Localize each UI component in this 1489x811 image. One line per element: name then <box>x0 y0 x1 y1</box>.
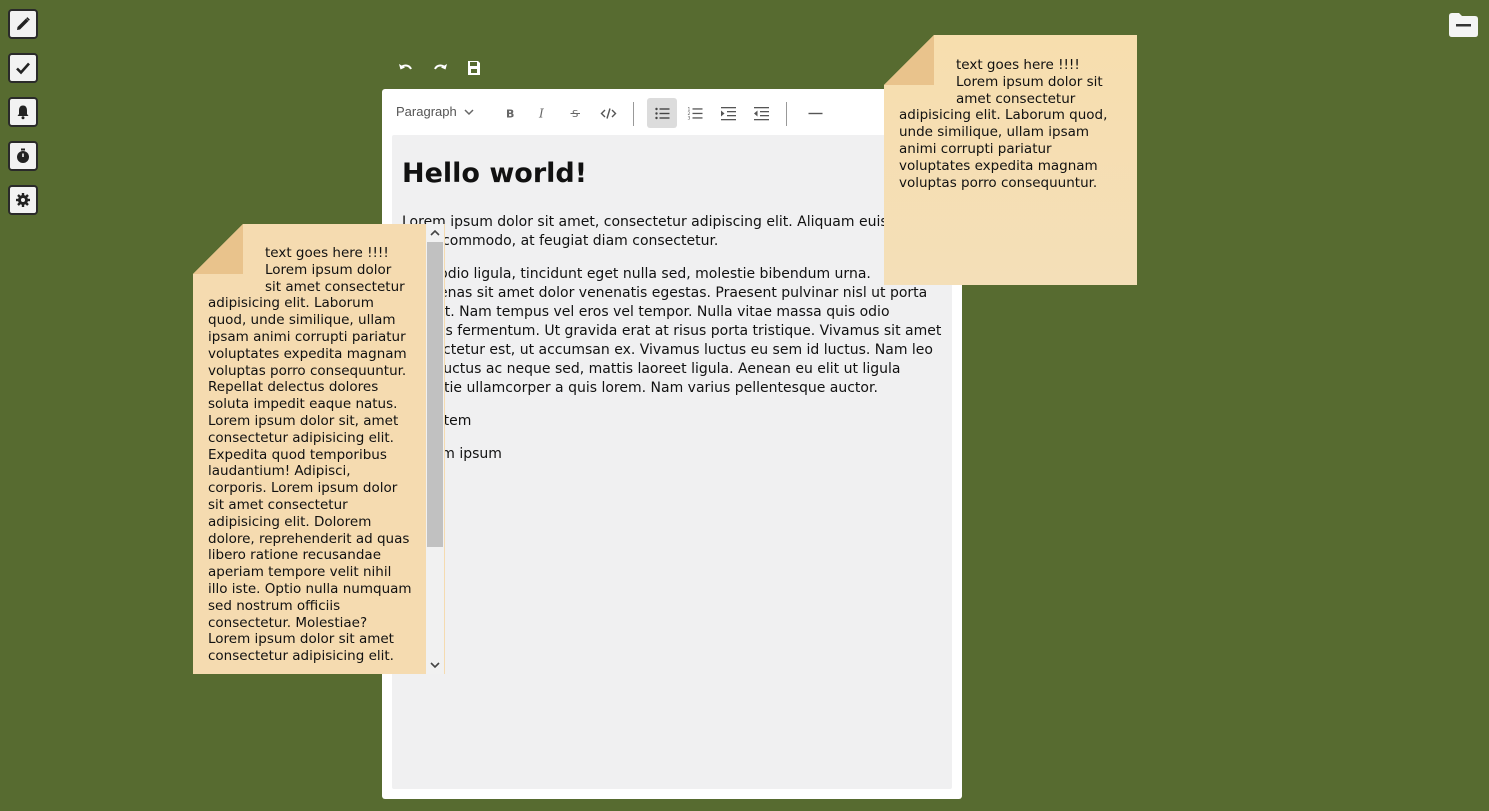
document-paragraph: Lorem ipsum dolor sit amet, consectetur … <box>402 214 919 249</box>
paragraph-select[interactable]: Paragraph <box>396 104 475 119</box>
pencil-icon <box>17 17 30 30</box>
toolbar-separator <box>633 102 634 126</box>
save-button[interactable] <box>464 58 484 78</box>
undo-button[interactable] <box>396 58 416 78</box>
history-actions <box>396 58 484 78</box>
bold-button[interactable]: B <box>494 98 524 128</box>
indent-button[interactable] <box>713 98 743 128</box>
folder-button[interactable] <box>1447 12 1479 38</box>
pencil-button[interactable] <box>8 9 38 39</box>
code-button[interactable] <box>593 98 623 128</box>
toolbar-separator <box>786 102 787 126</box>
check-button[interactable] <box>8 53 38 83</box>
bold-icon: B <box>506 107 514 120</box>
left-sidebar <box>8 9 38 229</box>
italic-button[interactable]: I <box>527 98 557 128</box>
scroll-down-icon[interactable] <box>429 659 441 671</box>
code-icon <box>600 107 616 119</box>
note-body: adipisicing elit. Laborum quod, unde sim… <box>208 295 412 665</box>
numbered-list-icon: 123 <box>687 106 702 121</box>
scroll-up-icon[interactable] <box>429 227 441 239</box>
outdent-icon <box>753 106 769 120</box>
note-line: amet consectetur <box>956 90 1076 107</box>
note-fold-corner <box>193 224 243 274</box>
bell-icon <box>17 105 29 120</box>
folder-icon <box>1449 13 1478 37</box>
bullet-list-button[interactable] <box>647 98 677 128</box>
strikethrough-icon: S <box>570 109 580 120</box>
document-paragraph: Nam odio ligula, tincidunt eget nulla se… <box>402 266 942 396</box>
note-body: adipisicing elit. Laborum quod, unde sim… <box>899 107 1108 191</box>
horizontal-rule-button[interactable] <box>800 98 830 128</box>
redo-button[interactable] <box>430 58 450 78</box>
horizontal-rule-icon <box>808 112 822 114</box>
timer-icon <box>17 148 29 163</box>
gear-icon <box>16 193 30 207</box>
indent-icon <box>720 106 736 120</box>
bell-button[interactable] <box>8 97 38 127</box>
editor-toolbar: Paragraph B I S 123 <box>382 89 962 137</box>
sticky-note[interactable]: text goes here !!!! Lorem ipsum dolor si… <box>193 224 445 674</box>
outdent-button[interactable] <box>746 98 776 128</box>
svg-text:I: I <box>538 106 544 120</box>
strikethrough-button[interactable]: S <box>560 98 590 128</box>
bullet-list-icon <box>654 107 669 119</box>
save-icon <box>468 61 480 75</box>
svg-text:3: 3 <box>687 115 690 121</box>
document-heading: Hello world! <box>402 158 588 189</box>
note-fold-corner <box>884 35 934 85</box>
note-line: sit amet consectetur <box>265 278 405 295</box>
rich-text-editor: Paragraph B I S 123 Hello world! Lorem i… <box>382 89 962 799</box>
check-icon <box>16 62 30 75</box>
timer-button[interactable] <box>8 141 38 171</box>
settings-button[interactable] <box>8 185 38 215</box>
scroll-thumb[interactable] <box>427 242 443 547</box>
redo-icon <box>434 64 447 70</box>
sticky-note-text[interactable]: text goes here !!!! Lorem ipsum dolor si… <box>208 245 413 665</box>
editor-content[interactable]: Hello world! Lorem ipsum dolor sit amet,… <box>392 135 952 789</box>
note-scrollbar[interactable] <box>426 224 444 674</box>
numbered-list-button[interactable]: 123 <box>680 98 710 128</box>
svg-text:B: B <box>506 107 514 120</box>
svg-text:S: S <box>572 109 578 120</box>
italic-icon: I <box>538 106 544 120</box>
chevron-down-icon <box>464 108 474 115</box>
undo-icon <box>399 64 412 70</box>
paragraph-select-label: Paragraph <box>396 104 457 119</box>
